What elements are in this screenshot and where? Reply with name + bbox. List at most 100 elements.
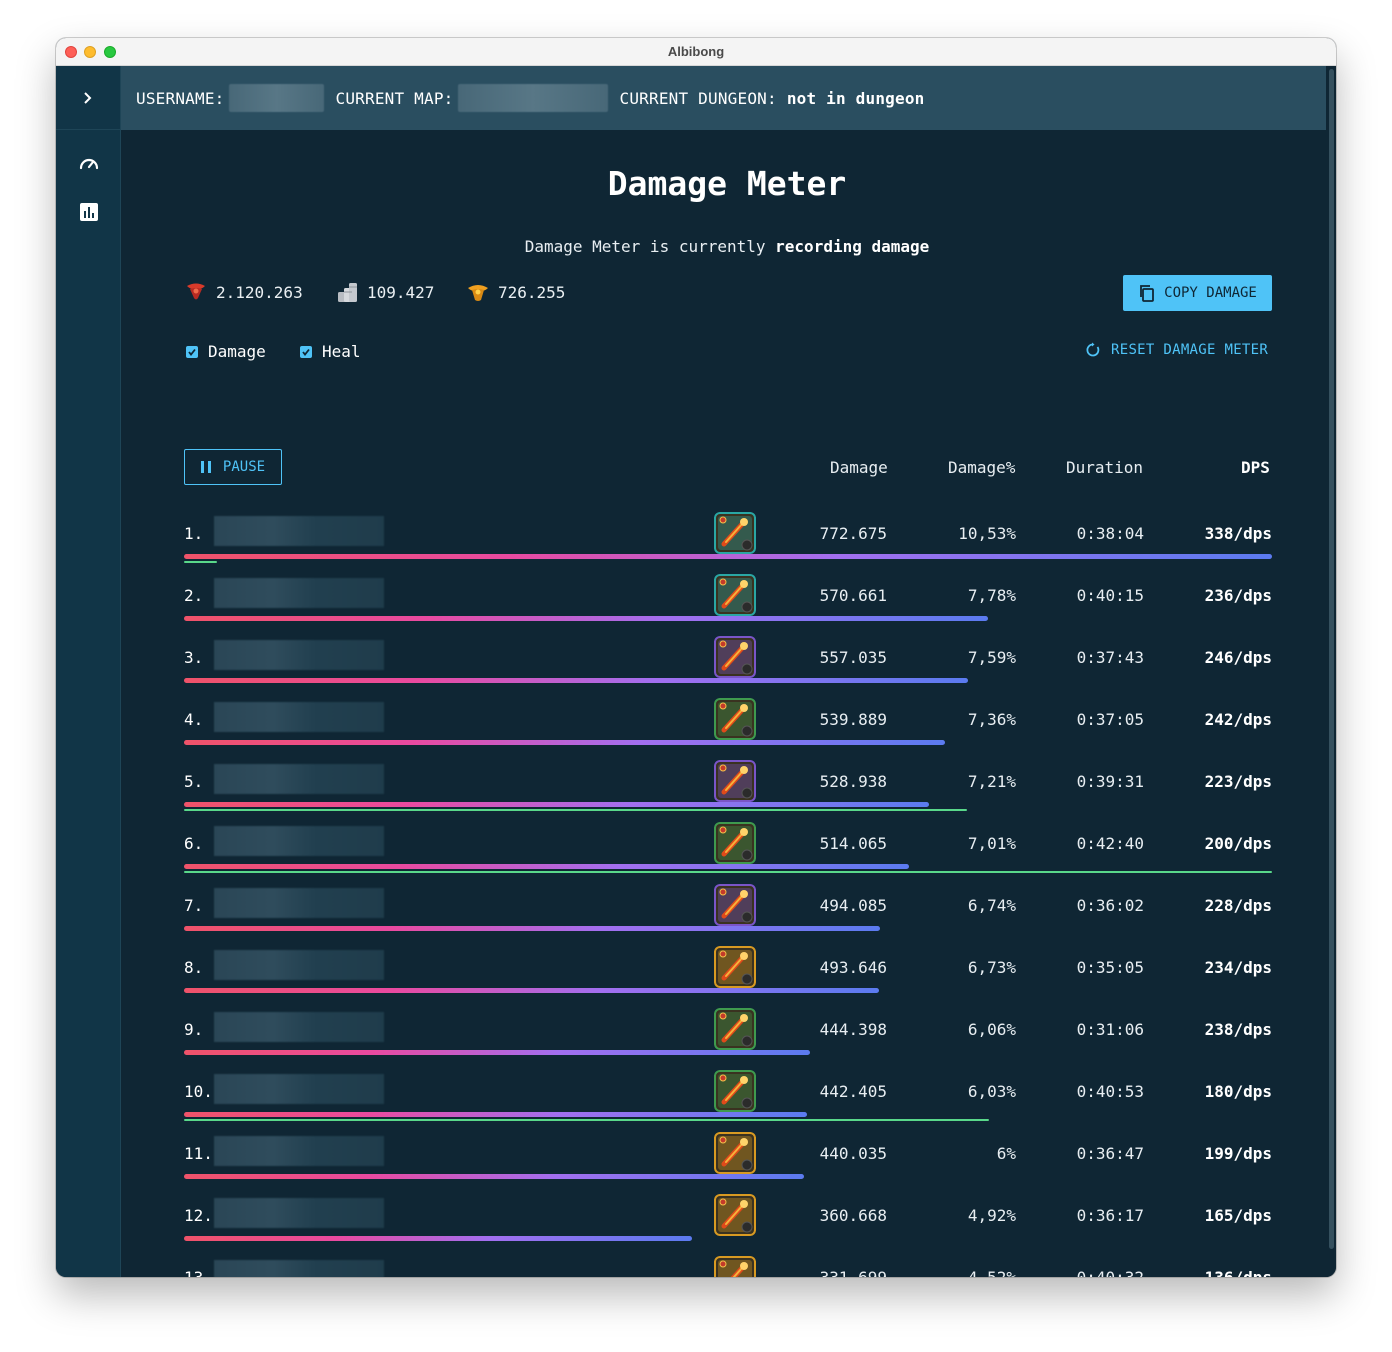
row-rank: 10. xyxy=(184,1082,213,1101)
fame-icon xyxy=(187,283,205,300)
damage-bar xyxy=(184,1174,804,1179)
dps-value: 238/dps xyxy=(1204,1020,1272,1039)
damage-percent-value: 6,73% xyxy=(967,958,1016,977)
damage-bar xyxy=(184,616,988,621)
current-map-value-redacted xyxy=(457,84,608,112)
row-rank: 12. xyxy=(184,1206,213,1225)
duration-value: 0:36:02 xyxy=(1076,896,1144,915)
weapon-icon xyxy=(714,760,756,802)
heal-filter-checkbox[interactable]: Heal xyxy=(300,342,361,361)
app-window: Albibong USERNAME: CURRENT MAP: CURRENT … xyxy=(56,38,1336,1277)
row-rank: 1. xyxy=(184,524,204,543)
row-rank: 9. xyxy=(184,1020,204,1039)
damage-value: 539.889 xyxy=(819,710,887,729)
fame-value: 2.120.263 xyxy=(216,282,303,302)
duration-value: 0:31:06 xyxy=(1076,1020,1144,1039)
damage-bar xyxy=(184,802,929,807)
table-row: 10. 442.405 6,03% 0:40:53 180/dps xyxy=(184,1070,1272,1132)
table-row: 11. 440.035 6% 0:36:47 199/dps xyxy=(184,1132,1272,1194)
reset-damage-meter-button[interactable]: RESET DAMAGE METER xyxy=(1085,342,1268,358)
sidebar-item-statistics[interactable] xyxy=(56,190,121,234)
duration-value: 0:36:17 xyxy=(1076,1206,1144,1225)
damage-value: 528.938 xyxy=(819,772,887,791)
heal-bar xyxy=(184,1119,989,1121)
status-value: recording damage xyxy=(775,237,930,256)
duration-value: 0:38:04 xyxy=(1076,524,1144,543)
duration-value: 0:39:31 xyxy=(1076,772,1144,791)
damage-percent-value: 7,78% xyxy=(967,586,1016,605)
pause-button[interactable]: PAUSE xyxy=(184,449,282,485)
damage-value: 444.398 xyxy=(819,1020,887,1039)
damage-filter-checkbox[interactable]: Damage xyxy=(186,342,266,361)
sidebar-item-damage-meter[interactable] xyxy=(56,142,121,186)
player-name-redacted xyxy=(214,1012,384,1042)
player-name-redacted xyxy=(214,578,384,608)
damage-value: 360.668 xyxy=(819,1206,887,1225)
damage-bar xyxy=(184,1112,807,1117)
page-title: Damage Meter xyxy=(607,164,847,203)
damage-value: 494.085 xyxy=(819,896,887,915)
table-row: 13. 331.699 4,52% 0:40:32 136/dps xyxy=(184,1256,1272,1277)
sidebar xyxy=(56,66,121,1277)
damage-percent-value: 6% xyxy=(996,1144,1016,1163)
damage-percent-value: 7,36% xyxy=(967,710,1016,729)
weapon-icon xyxy=(714,698,756,740)
table-row: 5. 528.938 7,21% 0:39:31 223/dps xyxy=(184,760,1272,822)
heal-bar xyxy=(184,561,217,563)
duration-value: 0:40:32 xyxy=(1077,1268,1144,1277)
checkbox-checked-icon xyxy=(300,345,312,358)
header-damage-percent: Damage% xyxy=(948,458,1016,477)
reset-icon xyxy=(1086,342,1100,357)
table-row: 12. 360.668 4,92% 0:36:17 165/dps xyxy=(184,1194,1272,1256)
current-dungeon-label: CURRENT DUNGEON: xyxy=(619,88,777,108)
status-bar: USERNAME: CURRENT MAP: CURRENT DUNGEON: … xyxy=(121,66,1326,130)
heal-filter-label: Heal xyxy=(322,342,361,361)
table-row: 2. 570.661 7,78% 0:40:15 236/dps xyxy=(184,574,1272,636)
username-label: USERNAME: xyxy=(136,88,225,108)
heal-bar xyxy=(184,809,967,811)
dps-value: 338/dps xyxy=(1204,524,1272,543)
respec-icon xyxy=(468,285,488,301)
player-name-redacted xyxy=(214,1074,384,1104)
dps-value: 180/dps xyxy=(1204,1082,1272,1101)
pause-icon xyxy=(200,461,211,473)
header-duration: Duration xyxy=(1066,458,1144,477)
player-name-redacted xyxy=(214,640,384,670)
row-rank: 11. xyxy=(184,1144,213,1163)
recording-status: Damage Meter is currently recording dama… xyxy=(121,237,1333,256)
duration-value: 0:37:05 xyxy=(1076,710,1144,729)
table-row: 9. 444.398 6,06% 0:31:06 238/dps xyxy=(184,1008,1272,1070)
silver-icon xyxy=(338,283,357,302)
dps-value: 223/dps xyxy=(1204,772,1272,791)
weapon-icon xyxy=(714,512,756,554)
duration-value: 0:35:05 xyxy=(1076,958,1144,977)
damage-bar xyxy=(184,988,879,993)
title-bar: Albibong xyxy=(56,38,1336,66)
row-rank: 7. xyxy=(184,896,204,915)
player-name-redacted xyxy=(214,516,384,546)
row-rank: 13. xyxy=(184,1268,213,1277)
damage-value: 514.065 xyxy=(819,834,887,853)
dps-value: 165/dps xyxy=(1204,1206,1272,1225)
damage-bar xyxy=(184,864,909,869)
row-rank: 4. xyxy=(184,710,204,729)
fame-stat: 2.120.263 xyxy=(184,280,303,304)
checkbox-checked-icon xyxy=(186,345,198,358)
player-name-redacted xyxy=(214,1260,384,1277)
username-value-redacted xyxy=(228,84,324,112)
sidebar-expand-button[interactable] xyxy=(56,66,120,130)
damage-bar xyxy=(184,678,968,683)
dps-value: 199/dps xyxy=(1204,1144,1272,1163)
copy-damage-button[interactable]: COPY DAMAGE xyxy=(1123,275,1272,311)
silver-stat: 109.427 xyxy=(335,280,434,304)
damage-filter-label: Damage xyxy=(208,342,266,361)
table-row: 6. 514.065 7,01% 0:42:40 200/dps xyxy=(184,822,1272,884)
weapon-icon xyxy=(714,1070,756,1112)
copy-damage-label: COPY DAMAGE xyxy=(1164,285,1257,301)
current-map-label: CURRENT MAP: xyxy=(335,88,454,108)
table-row: 8. 493.646 6,73% 0:35:05 234/dps xyxy=(184,946,1272,1008)
bar-chart-icon xyxy=(79,203,98,221)
damage-percent-value: 6,03% xyxy=(967,1082,1016,1101)
weapon-icon xyxy=(714,1194,756,1236)
damage-percent-value: 7,01% xyxy=(967,834,1016,853)
